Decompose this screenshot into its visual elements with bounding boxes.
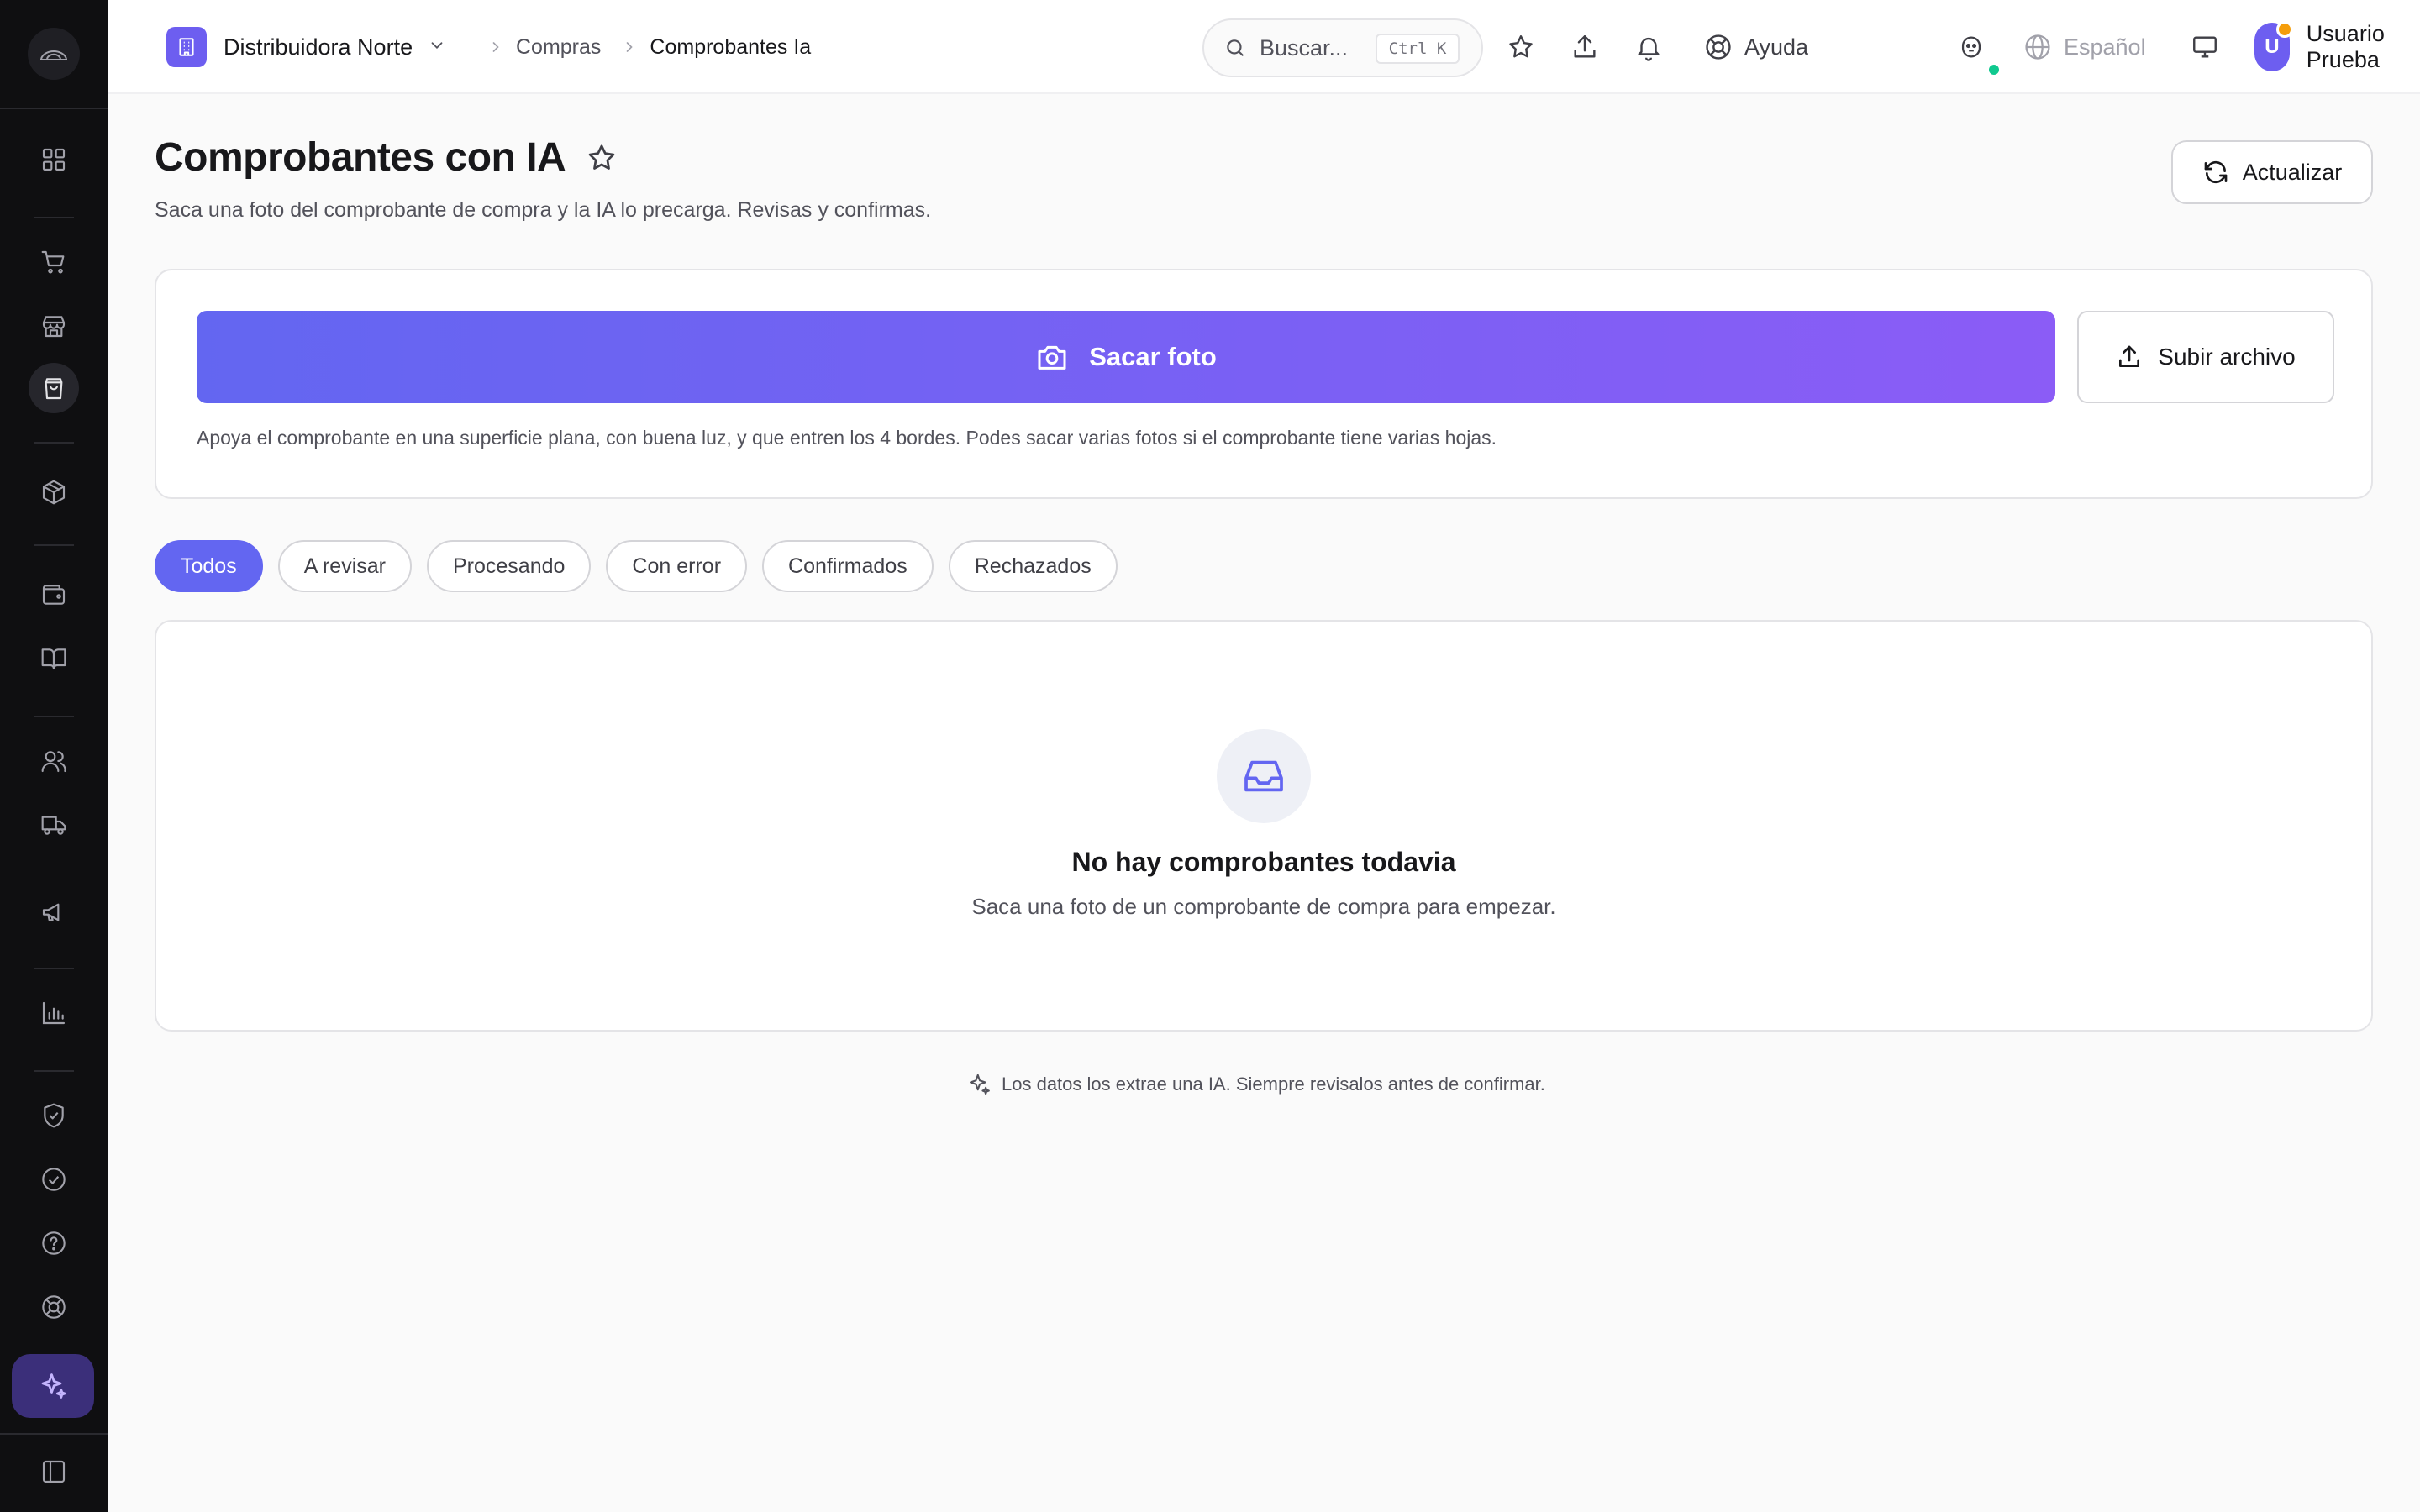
- help-button[interactable]: Ayuda: [1704, 25, 1808, 69]
- help-circle-icon[interactable]: [29, 1218, 79, 1268]
- favorite-star-icon[interactable]: [586, 142, 618, 174]
- sparkles-icon[interactable]: [12, 1354, 94, 1418]
- app-root: Distribuidora Norte Compras Comprobantes…: [0, 0, 2420, 1512]
- truck-icon[interactable]: [29, 800, 79, 850]
- megaphone-icon[interactable]: [29, 887, 79, 937]
- sparkles-icon: [970, 1074, 990, 1095]
- upload-card: Sacar foto Subir archivo Apoya el compro…: [155, 269, 2373, 499]
- status-filter-tabs: Todos A revisar Procesando Con error Con…: [155, 540, 1133, 592]
- upload-file-label: Subir archivo: [2158, 344, 2296, 370]
- search-shortcut: Ctrl K: [1376, 34, 1460, 64]
- refresh-icon: [2204, 160, 2228, 184]
- search-input[interactable]: Buscar... Ctrl K: [1202, 18, 1483, 77]
- sidebar-divider: [0, 1433, 108, 1435]
- sidebar-divider: [34, 1070, 74, 1072]
- page-title: Comprobantes con IA: [155, 135, 566, 180]
- upload-icon[interactable]: [1563, 25, 1607, 69]
- chevron-right-icon: [487, 39, 504, 55]
- globe-icon: [2025, 34, 2050, 60]
- sidebar: [0, 0, 108, 1512]
- book-icon[interactable]: [29, 633, 79, 684]
- take-photo-label: Sacar foto: [1089, 342, 1217, 371]
- page-subtitle: Saca una foto del comprobante de compra …: [155, 198, 932, 222]
- take-photo-button[interactable]: Sacar foto: [197, 311, 2055, 403]
- filter-con-error[interactable]: Con error: [606, 540, 748, 592]
- search-placeholder: Buscar...: [1260, 34, 1349, 60]
- upload-icon: [2119, 345, 2140, 367]
- inbox-icon: [1217, 729, 1311, 823]
- lifebuoy-icon[interactable]: [29, 1282, 79, 1332]
- favorites-star-icon[interactable]: [1499, 25, 1543, 69]
- upload-hint: Apoya el comprobante en una superficie p…: [197, 427, 1497, 449]
- filter-confirmados[interactable]: Confirmados: [762, 540, 934, 592]
- sidebar-divider: [34, 217, 74, 218]
- refresh-label: Actualizar: [2242, 159, 2343, 185]
- upload-file-button[interactable]: Subir archivo: [2077, 311, 2334, 403]
- users-icon[interactable]: [29, 736, 79, 786]
- monitor-icon[interactable]: [2183, 25, 2227, 69]
- topbar: Distribuidora Norte Compras Comprobantes…: [108, 0, 2420, 94]
- filter-rechazados[interactable]: Rechazados: [948, 540, 1118, 592]
- dome-logo-icon[interactable]: [28, 28, 80, 80]
- check-circle-icon[interactable]: [29, 1154, 79, 1205]
- chevron-right-icon: [621, 39, 638, 55]
- breadcrumb-current: Comprobantes Ia: [650, 34, 812, 59]
- avatar: U: [2254, 21, 2293, 71]
- cart-icon[interactable]: [29, 237, 79, 287]
- user-name: Usuario Prueba: [2306, 21, 2385, 72]
- shield-check-icon[interactable]: [29, 1090, 79, 1141]
- disclaimer-text: Los datos los extrae una IA. Siempre rev…: [1002, 1074, 1545, 1095]
- camera-icon: [1038, 345, 1066, 370]
- avatar-initial: U: [2265, 35, 2280, 58]
- receipts-list: No hay comprobantes todavia Saca una fot…: [155, 620, 2373, 1032]
- lifebuoy-icon: [1706, 34, 1731, 60]
- sidebar-divider: [0, 108, 108, 109]
- breadcrumb-compras[interactable]: Compras: [516, 35, 601, 60]
- org-name: Distribuidora Norte: [224, 34, 413, 60]
- bot-icon[interactable]: [1954, 25, 1988, 69]
- empty-state-title: No hay comprobantes todavia: [1071, 847, 1456, 877]
- sidebar-divider: [34, 968, 74, 969]
- shopping-bag-icon[interactable]: [29, 363, 79, 413]
- search-icon: [1227, 39, 1244, 56]
- store-icon[interactable]: [29, 301, 79, 351]
- dashboard-grid-icon[interactable]: [29, 134, 79, 185]
- bar-chart-icon[interactable]: [29, 988, 79, 1038]
- avatar-notification-dot: [2275, 21, 2293, 38]
- empty-state-description: Saca una foto de un comprobante de compr…: [971, 894, 1556, 919]
- online-status-dot: [1987, 63, 2001, 76]
- sidebar-divider: [34, 544, 74, 546]
- package-icon[interactable]: [29, 467, 79, 517]
- filter-todos[interactable]: Todos: [155, 540, 263, 592]
- building-icon: [166, 27, 207, 67]
- sidebar-divider: [34, 716, 74, 717]
- wallet-icon[interactable]: [29, 570, 79, 620]
- ai-disclaimer: Los datos los extrae una IA. Siempre rev…: [966, 1072, 1545, 1097]
- breadcrumb: Compras Comprobantes Ia: [487, 30, 811, 64]
- sidebar-divider: [34, 442, 74, 444]
- chevron-down-icon: [428, 36, 446, 59]
- help-label: Ayuda: [1744, 34, 1809, 60]
- filter-procesando[interactable]: Procesando: [426, 540, 592, 592]
- filter-a-revisar[interactable]: A revisar: [277, 540, 412, 592]
- page-header: Comprobantes con IA: [155, 134, 618, 181]
- panel-toggle-icon[interactable]: [29, 1446, 79, 1497]
- refresh-button[interactable]: Actualizar: [2171, 140, 2373, 204]
- bell-icon[interactable]: [1627, 25, 1670, 69]
- language-label: Español: [2064, 34, 2146, 60]
- user-menu[interactable]: U Usuario Prueba: [2254, 21, 2420, 72]
- language-selector[interactable]: Español: [2023, 25, 2146, 69]
- org-switcher[interactable]: Distribuidora Norte: [166, 26, 446, 68]
